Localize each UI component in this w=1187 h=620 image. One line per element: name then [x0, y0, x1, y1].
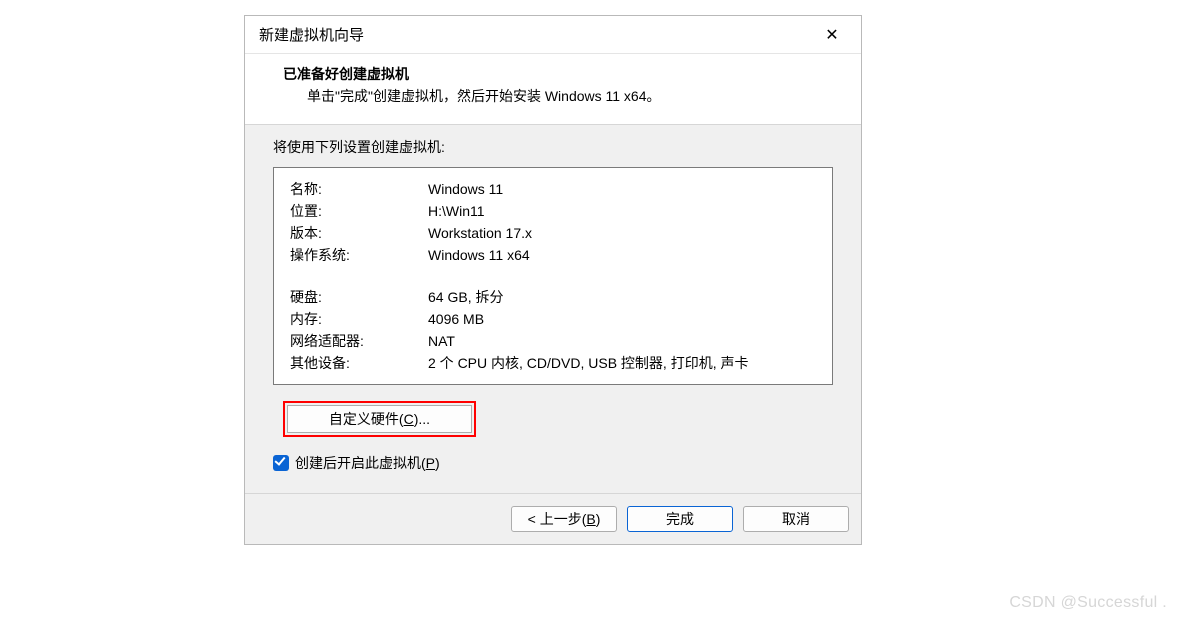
setting-value: Windows 11	[428, 178, 816, 200]
new-vm-wizard-dialog: 新建虚拟机向导 ✕ 已准备好创建虚拟机 单击"完成"创建虚拟机，然后开始安装 W…	[244, 15, 862, 545]
setting-key: 版本:	[290, 222, 428, 244]
setting-value: 64 GB, 拆分	[428, 286, 816, 308]
window-title: 新建虚拟机向导	[259, 24, 364, 45]
wizard-heading: 已准备好创建虚拟机	[283, 64, 833, 84]
customize-hardware-button[interactable]: 自定义硬件(C)...	[287, 405, 472, 433]
wizard-header: 已准备好创建虚拟机 单击"完成"创建虚拟机，然后开始安装 Windows 11 …	[245, 54, 861, 124]
setting-value: 4096 MB	[428, 308, 816, 330]
power-on-after-create-checkbox[interactable]: 创建后开启此虚拟机(P)	[273, 453, 833, 473]
checkmark-icon	[273, 455, 289, 471]
setting-key: 名称:	[290, 178, 428, 200]
list-item: 版本: Workstation 17.x	[290, 222, 816, 244]
setting-value: H:\Win11	[428, 200, 816, 222]
list-item: 网络适配器: NAT	[290, 330, 816, 352]
settings-box: 名称: Windows 11 位置: H:\Win11 版本: Workstat…	[273, 167, 833, 385]
watermark: CSDN @Successful .	[1009, 594, 1167, 612]
setting-value: 2 个 CPU 内核, CD/DVD, USB 控制器, 打印机, 声卡	[428, 352, 816, 374]
setting-value: Workstation 17.x	[428, 222, 816, 244]
setting-key: 内存:	[290, 308, 428, 330]
titlebar: 新建虚拟机向导 ✕	[245, 16, 861, 54]
wizard-body: 将使用下列设置创建虚拟机: 名称: Windows 11 位置: H:\Win1…	[245, 124, 861, 493]
list-item: 位置: H:\Win11	[290, 200, 816, 222]
wizard-footer: < 上一步(B) 完成 取消	[245, 493, 861, 544]
setting-value: Windows 11 x64	[428, 244, 816, 266]
list-item: 名称: Windows 11	[290, 178, 816, 200]
finish-button[interactable]: 完成	[627, 506, 733, 532]
settings-label: 将使用下列设置创建虚拟机:	[273, 137, 833, 157]
setting-key: 硬盘:	[290, 286, 428, 308]
close-icon[interactable]: ✕	[817, 25, 847, 45]
setting-key: 操作系统:	[290, 244, 428, 266]
setting-key: 网络适配器:	[290, 330, 428, 352]
setting-key: 位置:	[290, 200, 428, 222]
cancel-button[interactable]: 取消	[743, 506, 849, 532]
setting-value: NAT	[428, 330, 816, 352]
back-button[interactable]: < 上一步(B)	[511, 506, 617, 532]
list-item: 其他设备: 2 个 CPU 内核, CD/DVD, USB 控制器, 打印机, …	[290, 352, 816, 374]
highlight-annotation: 自定义硬件(C)...	[283, 401, 476, 437]
setting-key: 其他设备:	[290, 352, 428, 374]
list-item: 硬盘: 64 GB, 拆分	[290, 286, 816, 308]
checkbox-label: 创建后开启此虚拟机(P)	[295, 453, 440, 473]
list-item: 操作系统: Windows 11 x64	[290, 244, 816, 266]
list-item: 内存: 4096 MB	[290, 308, 816, 330]
wizard-subheading: 单击"完成"创建虚拟机，然后开始安装 Windows 11 x64。	[307, 86, 833, 106]
